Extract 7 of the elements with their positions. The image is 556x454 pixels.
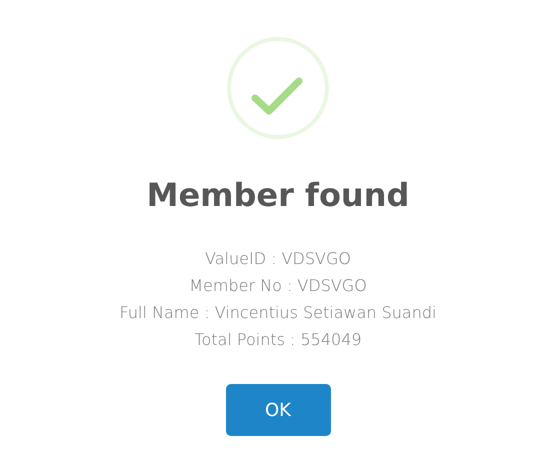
info-line: Total Points : 554049	[194, 329, 362, 351]
info-line: ValueID : VDSVGO	[205, 248, 351, 270]
ok-button[interactable]: OK	[226, 384, 330, 436]
info-line: Full Name : Vincentius Setiawan Suandi	[120, 302, 436, 324]
info-line: Member No : VDSVGO	[189, 275, 367, 297]
checkmark-icon	[226, 36, 330, 140]
dialog-title: Member found	[146, 175, 410, 216]
